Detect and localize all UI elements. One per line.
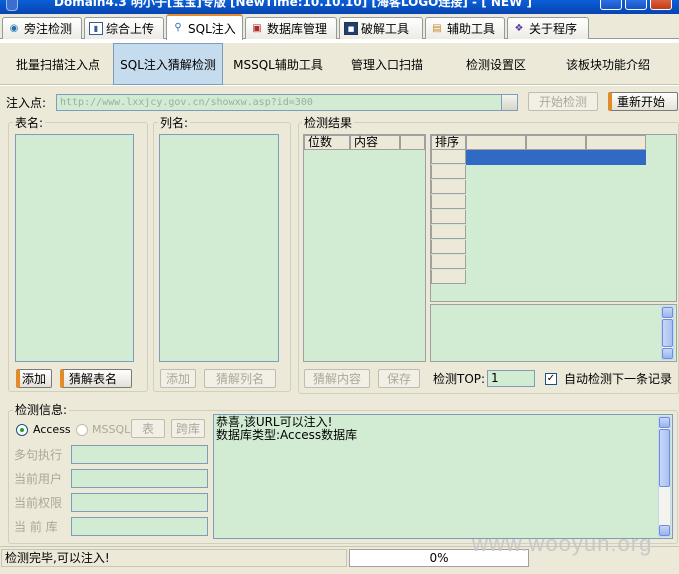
result-detail-area[interactable] xyxy=(430,304,677,362)
results-list[interactable] xyxy=(303,134,426,362)
tab-about[interactable]: ❖ 关于程序 xyxy=(507,17,589,39)
grid-row-header[interactable] xyxy=(431,195,466,209)
grid-row-header[interactable] xyxy=(431,240,466,254)
cross-db-button[interactable]: 跨库 xyxy=(171,419,205,438)
table-button[interactable]: 表 xyxy=(131,419,165,438)
grid-row-header[interactable] xyxy=(431,210,466,224)
column-names-list[interactable] xyxy=(159,134,279,362)
multi-exec-field[interactable] xyxy=(71,445,208,464)
grid-col-2-header[interactable] xyxy=(526,135,586,150)
table-names-label: 表名: xyxy=(13,116,46,130)
add-column-button[interactable]: 添加 xyxy=(160,369,196,388)
sort-header[interactable]: 排序 xyxy=(431,135,466,150)
sub-tab-strip: 批量扫描注入点 SQL注入猜解检测 MSSQL辅助工具 管理入口扫描 检测设置区… xyxy=(0,43,679,85)
auto-check-label: 自动检测下一条记录 xyxy=(564,372,673,386)
scroll-down-button[interactable] xyxy=(662,348,673,359)
save-button[interactable]: 保存 xyxy=(378,369,420,388)
current-permission-field[interactable] xyxy=(71,493,208,512)
grid-row-header[interactable] xyxy=(431,270,466,284)
guess-content-button[interactable]: 猜解内容 xyxy=(304,369,370,388)
clipboard-icon: ▤ xyxy=(432,22,442,34)
start-check-button[interactable]: 开始检测 xyxy=(528,92,598,111)
scroll-down-button[interactable] xyxy=(659,525,670,536)
detection-log[interactable]: 恭喜,该URL可以注入! 数据库类型:Access数据库 xyxy=(213,414,673,539)
grid-col-1-header[interactable] xyxy=(466,135,526,150)
injection-point-label: 注入点: xyxy=(6,96,47,110)
url-dropdown-button[interactable] xyxy=(501,94,518,111)
current-user-label: 当前用户 xyxy=(14,472,63,486)
current-user-field[interactable] xyxy=(71,469,208,488)
tab-side-injection[interactable]: ◉ 旁注检测 xyxy=(2,17,82,39)
access-radio[interactable] xyxy=(16,424,28,436)
title-bar: Domain4.3 明小子[宝宝]专版 [NewTime:10.10.10] [… xyxy=(0,0,679,14)
app-icon xyxy=(6,0,18,11)
grid-col-3-header[interactable] xyxy=(586,135,646,150)
guess-tables-button[interactable]: 猜解表名 xyxy=(60,369,132,388)
upload-chart-icon: ▮ xyxy=(89,22,103,35)
status-message: 检测完毕,可以注入! xyxy=(1,549,347,567)
current-db-label: 当 前 库 xyxy=(14,520,58,534)
grid-row-header[interactable] xyxy=(431,225,466,239)
check-top-label: 检测TOP: xyxy=(433,372,486,386)
multi-exec-label: 多句执行 xyxy=(14,448,63,462)
magnifier-icon: ◉ xyxy=(9,22,19,34)
grid-row-header[interactable] xyxy=(431,255,466,269)
grid-row-header[interactable] xyxy=(431,180,466,194)
col-digits-header[interactable]: 位数 xyxy=(304,135,350,150)
current-permission-label: 当前权限 xyxy=(14,496,63,510)
maximize-button[interactable] xyxy=(625,0,647,10)
detection-log-scrollbar[interactable] xyxy=(658,416,671,537)
mssql-radio[interactable] xyxy=(76,424,88,436)
close-button[interactable] xyxy=(650,0,672,10)
results-label: 检测结果 xyxy=(302,116,355,130)
column-names-label: 列名: xyxy=(158,116,191,130)
subtab-batch-scan[interactable]: 批量扫描注入点 xyxy=(4,43,112,85)
grid-row-header[interactable] xyxy=(431,165,466,179)
subtab-intro[interactable]: 该板块功能介绍 xyxy=(551,43,665,85)
tab-database-manage[interactable]: ▣ 数据库管理 xyxy=(245,17,337,39)
guess-columns-button[interactable]: 猜解列名 xyxy=(204,369,276,388)
restart-button[interactable]: 重新开始 xyxy=(608,92,678,111)
auto-check-checkbox[interactable]: ✓ xyxy=(545,373,557,385)
tab-upload[interactable]: ▮ 综合上传 xyxy=(84,17,164,39)
table-names-list[interactable] xyxy=(15,134,134,362)
scroll-up-button[interactable] xyxy=(659,417,670,428)
minimize-button[interactable] xyxy=(600,0,622,10)
access-radio-label: Access xyxy=(33,423,71,436)
subtab-admin-scan[interactable]: 管理入口扫描 xyxy=(333,43,441,85)
scroll-up-button[interactable] xyxy=(662,307,673,318)
watermark: www.wooyun.org xyxy=(472,531,653,556)
grid-row-header[interactable] xyxy=(431,150,466,164)
subtab-settings[interactable]: 检测设置区 xyxy=(442,43,550,85)
scroll-thumb[interactable] xyxy=(659,429,670,487)
subtab-mssql-tools[interactable]: MSSQL辅助工具 xyxy=(224,43,332,85)
tab-sql-injection[interactable]: ⚲ SQL注入 xyxy=(166,14,243,40)
crack-tool-icon: ■ xyxy=(344,22,358,35)
col-extra-header[interactable] xyxy=(400,135,425,150)
result-detail-scrollbar[interactable] xyxy=(661,306,674,360)
add-table-button[interactable]: 添加 xyxy=(16,369,52,388)
col-content-header[interactable]: 内容 xyxy=(350,135,400,150)
about-icon: ❖ xyxy=(514,22,524,34)
grid-selected-row[interactable] xyxy=(466,150,646,165)
search-icon: ⚲ xyxy=(174,22,182,33)
injection-url-input[interactable]: http://www.lxxjcy.gov.cn/showxw.asp?id=3… xyxy=(56,94,502,111)
tab-crack-tools[interactable]: ■ 破解工具 xyxy=(339,17,423,39)
window-title: Domain4.3 明小子[宝宝]专版 [NewTime:10.10.10] [… xyxy=(54,0,532,9)
check-top-input[interactable]: 1 xyxy=(487,370,535,387)
database-icon: ▣ xyxy=(252,22,262,34)
tab-helper-tools[interactable]: ▤ 辅助工具 xyxy=(425,17,505,39)
scroll-thumb[interactable] xyxy=(662,319,673,347)
subtab-sql-guess[interactable]: SQL注入猜解检测 xyxy=(113,43,223,85)
mssql-radio-label: MSSQL xyxy=(92,423,131,436)
current-db-field[interactable] xyxy=(71,517,208,536)
detection-info-label: 检测信息: xyxy=(13,403,70,417)
main-tab-strip: ◉ 旁注检测 ▮ 综合上传 ⚲ SQL注入 ▣ 数据库管理 ■ 破解工具 ▤ 辅… xyxy=(0,14,679,40)
